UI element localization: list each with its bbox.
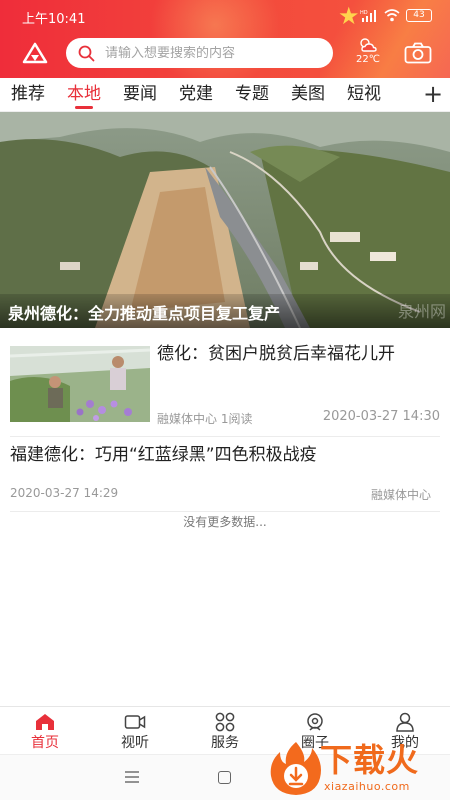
home-icon xyxy=(36,714,54,730)
tab-headlines[interactable]: 要闻 xyxy=(123,78,157,111)
nav-video[interactable]: 视听 xyxy=(90,707,180,755)
news-title: 德化：贫困户脱贫后幸福花儿开 xyxy=(157,344,395,364)
nav-video-label: 视听 xyxy=(121,735,149,751)
signal-icon: HD xyxy=(360,10,376,22)
wifi-icon xyxy=(384,9,400,22)
tab-party[interactable]: 党建 xyxy=(179,78,213,111)
tab-short-video[interactable]: 短视 xyxy=(347,78,381,111)
grid-icon xyxy=(215,712,235,732)
battery-indicator: 43 xyxy=(406,9,432,22)
featured-banner[interactable]: 泉州德化：全力推动重点项目复工复产 泉州网 xyxy=(0,112,450,328)
download-site-url: xiazaihuo.com xyxy=(324,780,410,793)
tab-photos[interactable]: 美图 xyxy=(291,78,325,111)
search-icon xyxy=(78,45,95,61)
nav-services[interactable]: 服务 xyxy=(180,707,270,755)
system-home-icon[interactable] xyxy=(218,771,231,784)
thumbnail-image xyxy=(10,346,150,422)
weather-widget[interactable]: 22℃ xyxy=(348,36,388,70)
nav-services-label: 服务 xyxy=(211,735,239,751)
community-icon xyxy=(307,713,323,731)
app-logo-icon xyxy=(22,42,48,64)
status-time: 上午10:41 xyxy=(22,12,86,27)
tabs-fade xyxy=(386,78,420,111)
svg-text:HD: HD xyxy=(360,10,368,16)
download-site-name: 下载火 xyxy=(320,741,420,779)
divider xyxy=(10,511,440,512)
camera-icon[interactable] xyxy=(404,42,432,64)
news-time: 2020-03-27 14:30 xyxy=(322,409,440,424)
app-header: ★ 上午10:41 HD 43 请输入想要搜索的内容 22℃ xyxy=(0,0,450,78)
flame-icon xyxy=(270,742,321,795)
banner-caption: 泉州德化：全力推动重点项目复工复产 xyxy=(8,304,281,323)
banner-caption-bar: 泉州德化：全力推动重点项目复工复产 xyxy=(0,294,450,328)
download-site-watermark: 下载火 xiazaihuo.com xyxy=(266,740,450,800)
status-bar: 上午10:41 HD 43 xyxy=(0,0,450,34)
tab-special[interactable]: 专题 xyxy=(235,78,269,111)
news-item[interactable]: 福建德化：巧用“红蓝绿黑”四色积极战疫 2020-03-27 14:29 融媒体… xyxy=(0,437,450,513)
weather-temperature: 22℃ xyxy=(356,54,380,65)
menu-icon[interactable] xyxy=(125,771,139,783)
nav-home-label: 首页 xyxy=(31,735,59,751)
news-thumbnail xyxy=(10,346,150,422)
banner-watermark: 泉州网 xyxy=(397,302,446,321)
user-icon xyxy=(396,712,414,732)
search-input[interactable] xyxy=(105,45,325,61)
app-screen: ★ 上午10:41 HD 43 请输入想要搜索的内容 22℃ 推荐 本地 要闻 … xyxy=(0,0,450,800)
partly-cloudy-icon xyxy=(360,38,377,52)
nav-home[interactable]: 首页 xyxy=(0,707,90,755)
news-title: 福建德化：巧用“红蓝绿黑”四色积极战疫 xyxy=(10,445,317,465)
add-channel-icon[interactable]: + xyxy=(416,78,450,111)
news-source: 融媒体中心 1阅读 xyxy=(157,412,253,426)
search-bar[interactable] xyxy=(66,38,333,68)
news-item[interactable]: 德化：贫困户脱贫后幸福花儿开 融媒体中心 1阅读 2020-03-27 14:3… xyxy=(0,328,450,436)
status-icons: HD 43 xyxy=(360,9,432,22)
video-icon xyxy=(124,715,146,729)
news-source: 融媒体中心 xyxy=(370,488,431,502)
channel-tabs: 推荐 本地 要闻 党建 专题 美图 短视 + xyxy=(0,78,450,112)
tab-recommend[interactable]: 推荐 xyxy=(11,78,45,111)
no-more-data: 没有更多数据... xyxy=(183,515,267,529)
news-time: 2020-03-27 14:29 xyxy=(10,486,119,500)
tab-local[interactable]: 本地 xyxy=(67,78,101,111)
